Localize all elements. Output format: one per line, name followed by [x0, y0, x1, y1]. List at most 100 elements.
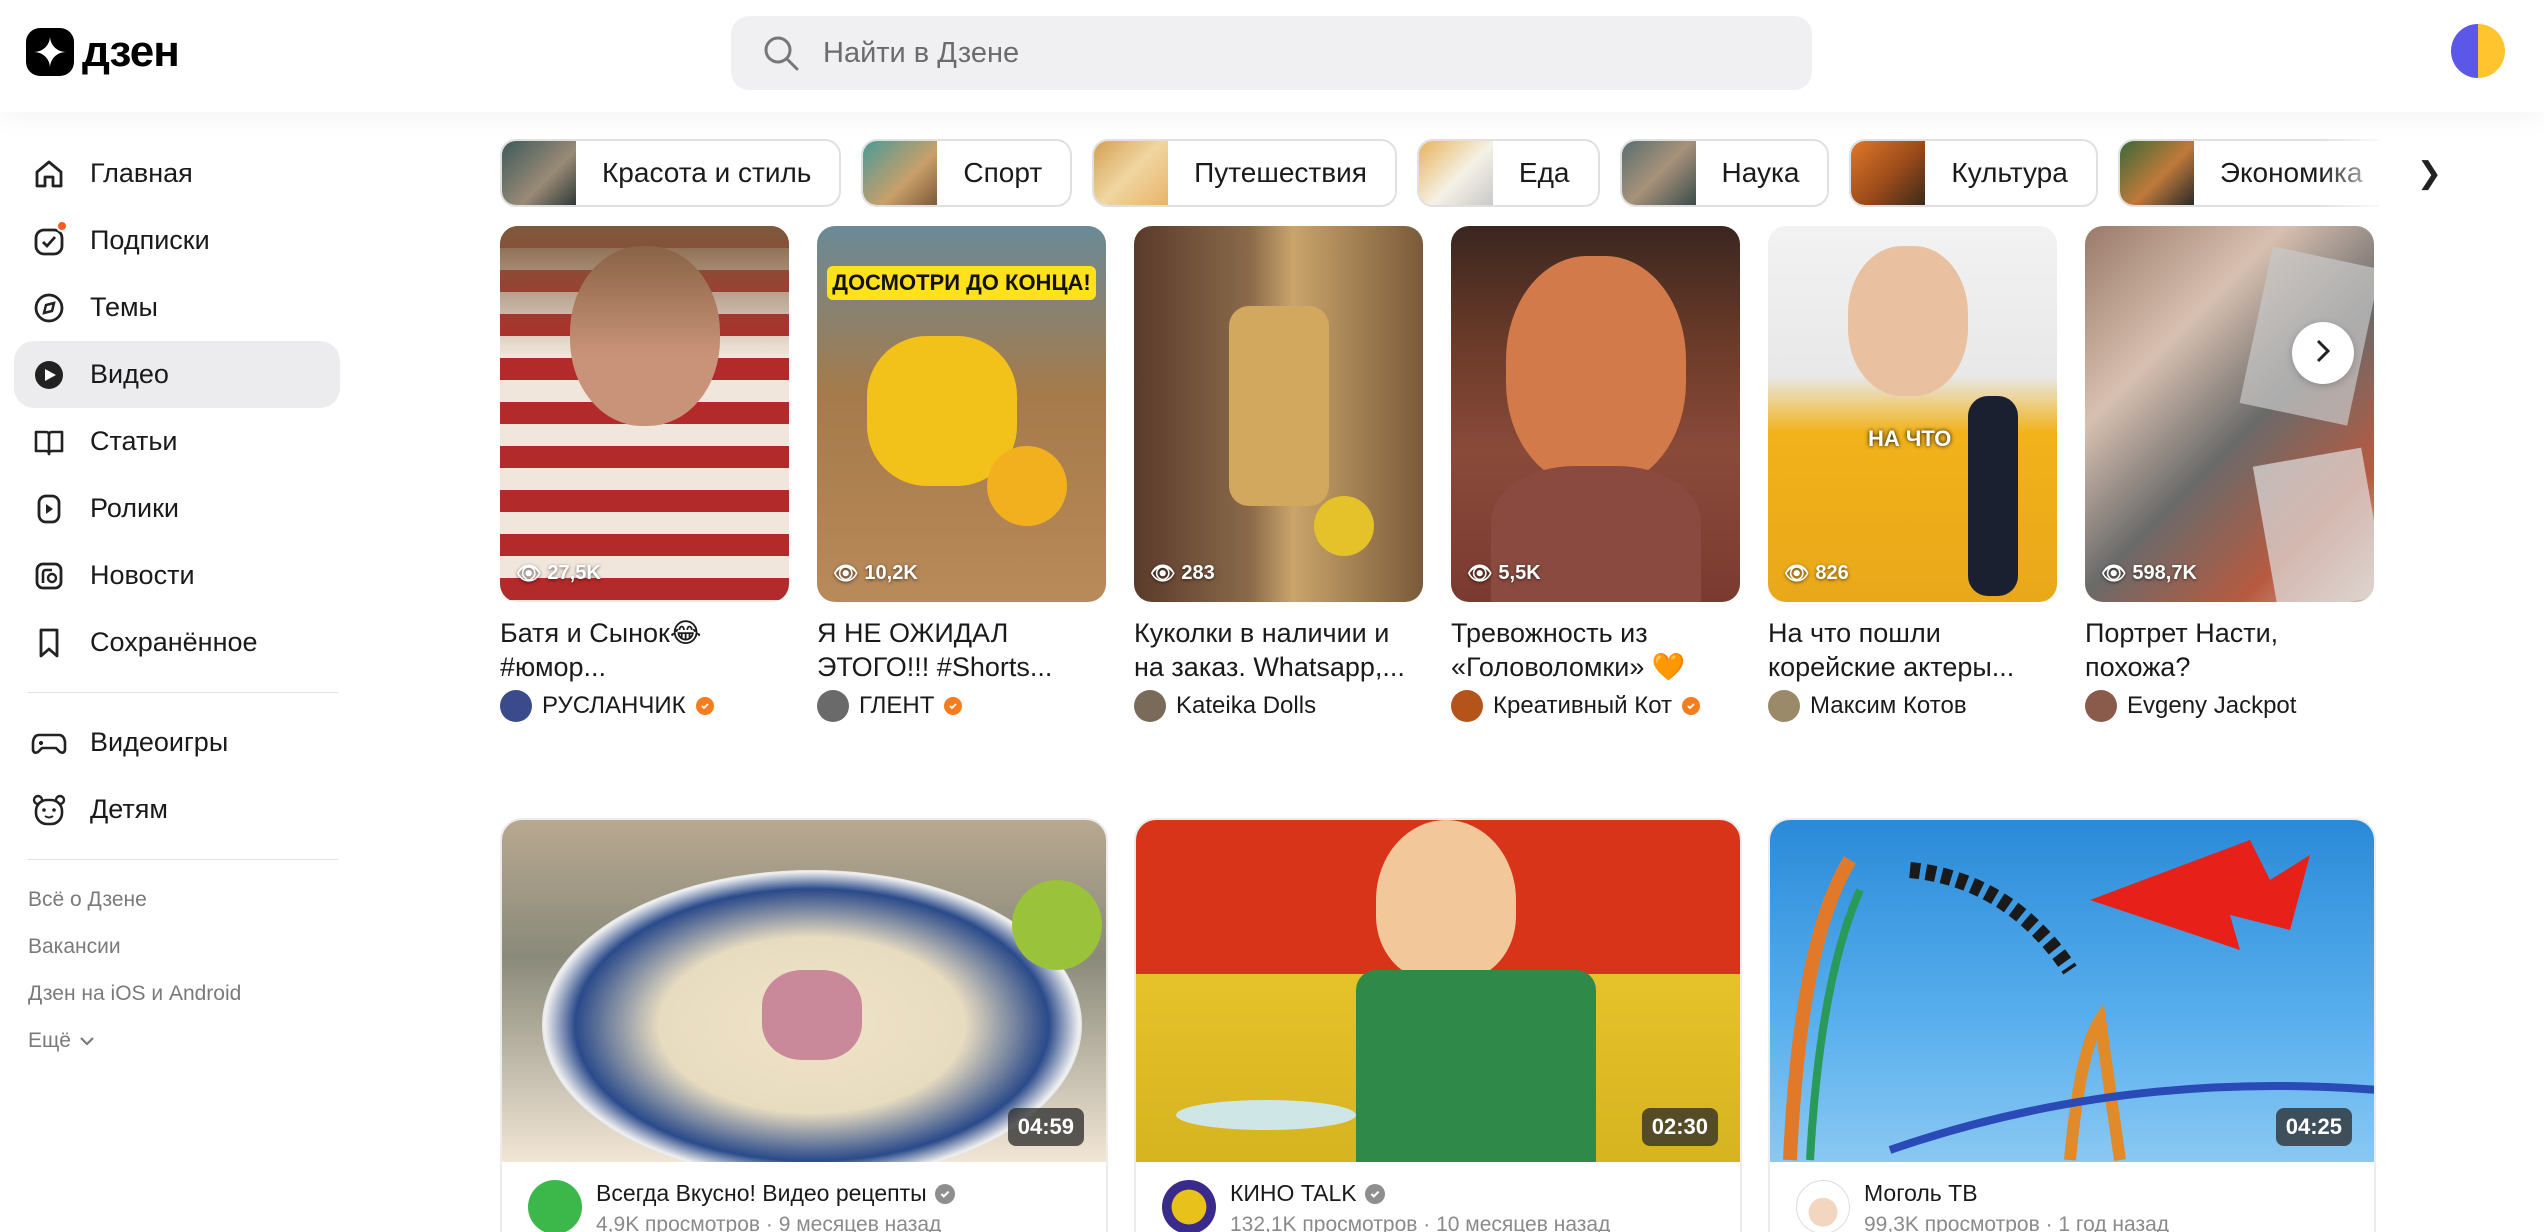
verified-badge-icon	[944, 697, 963, 715]
chips-scroll-right[interactable]: ❯	[2320, 139, 2450, 207]
footer-link-about[interactable]: Всё о Дзене	[28, 876, 340, 923]
short-author[interactable]: Kateika Dolls	[1134, 690, 1423, 722]
footer-link-vacancies[interactable]: Вакансии	[28, 923, 340, 970]
short-card[interactable]: 👁 5,5K Тревожность из «Головоломки» 🧡 Кре…	[1451, 226, 1740, 722]
short-thumbnail[interactable]: 👁 598,7K	[2085, 226, 2374, 602]
author-avatar	[2085, 690, 2117, 722]
thumbnail-overlay-text: НА ЧТО	[1868, 426, 1952, 451]
video-icon	[28, 354, 70, 396]
short-title[interactable]: Батя и Сынок😂 #юмор...	[500, 616, 789, 684]
sidebar-item-label: Видео	[90, 359, 169, 389]
video-thumbnail[interactable]: 04:59	[502, 820, 1106, 1162]
short-author[interactable]: Максим Котов	[1768, 690, 2057, 722]
sidebar-item-subscriptions[interactable]: Подписки	[14, 207, 340, 274]
video-duration: 04:59	[1007, 1108, 1084, 1146]
short-thumbnail[interactable]: ДОСМОТРИ ДО КОНЦА! 👁 10,2K	[817, 226, 1106, 602]
verified-badge-icon	[695, 697, 714, 715]
short-card[interactable]: 👁 27,5K Батя и Сынок😂 #юмор... РУСЛАНЧИК	[500, 226, 789, 722]
chip-beauty[interactable]: Красота и стиль	[500, 139, 842, 207]
short-thumbnail[interactable]: 👁 27,5K	[500, 226, 789, 602]
short-thumbnail[interactable]: НА ЧТО 👁 826	[1768, 226, 2057, 602]
sidebar-item-saved[interactable]: Сохранённое	[14, 609, 340, 676]
video-stats: 132,1K просмотров · 10 месяцев назад	[1230, 1213, 1611, 1232]
short-thumbnail[interactable]: 👁 283	[1134, 226, 1423, 602]
footer-link-more[interactable]: Ещё	[28, 1017, 340, 1064]
chip-thumbnail	[1621, 141, 1696, 205]
views-count: 👁 10,2K	[833, 562, 918, 585]
shorts-icon	[28, 488, 70, 530]
chip-culture[interactable]: Культура	[1849, 139, 2098, 207]
top-header: дзен	[0, 0, 2544, 112]
views-count: 👁 826	[1784, 562, 1849, 585]
article-icon	[28, 421, 70, 463]
home-icon	[28, 153, 70, 195]
chip-thumbnail	[1094, 141, 1169, 205]
short-author[interactable]: ГЛЕНТ	[817, 690, 1106, 722]
thumbnail-overlay-text: ДОСМОТРИ ДО КОНЦА!	[827, 266, 1096, 300]
channel-name[interactable]: Моголь ТВ	[1864, 1180, 2169, 1207]
sidebar-item-topics[interactable]: Темы	[14, 274, 340, 341]
sidebar-item-home[interactable]: Главная	[14, 140, 340, 207]
eye-icon: 👁	[2101, 563, 2127, 585]
short-thumbnail[interactable]: 👁 5,5K	[1451, 226, 1740, 602]
short-card[interactable]: 👁 283 Куколки в наличии и на заказ. Whats…	[1134, 226, 1423, 722]
sidebar-item-video[interactable]: Видео	[14, 341, 340, 408]
sidebar-item-shorts[interactable]: Ролики	[14, 475, 340, 542]
chip-thumbnail	[863, 141, 938, 205]
chip-thumbnail	[502, 141, 576, 205]
bookmark-icon	[28, 622, 70, 664]
search-input[interactable]	[823, 36, 1723, 70]
video-thumbnail[interactable]: 04:25	[1770, 820, 2374, 1162]
video-card[interactable]: 04:59 Всегда Вкусно! Видео рецепты 4,9K …	[500, 818, 1108, 1232]
sidebar-item-label: Сохранённое	[90, 627, 258, 657]
compass-icon	[28, 287, 70, 329]
verified-badge-icon	[1364, 1183, 1385, 1204]
sidebar-item-news[interactable]: Новости	[14, 542, 340, 609]
sidebar-divider	[28, 692, 338, 693]
chip-science[interactable]: Наука	[1619, 139, 1830, 207]
short-title[interactable]: Куколки в наличии и на заказ. Whatsapp,.…	[1134, 616, 1423, 684]
chip-thumbnail	[1851, 141, 1926, 205]
views-count: 👁 283	[1150, 562, 1215, 585]
shorts-row: 👁 27,5K Батя и Сынок😂 #юмор... РУСЛАНЧИК …	[500, 226, 2376, 726]
footer-link-apps[interactable]: Дзен на iOS и Android	[28, 970, 340, 1017]
short-author[interactable]: РУСЛАНЧИК	[500, 690, 789, 722]
short-card[interactable]: НА ЧТО 👁 826 На что пошли корейские актер…	[1768, 226, 2057, 722]
channel-name[interactable]: КИНО TALK	[1230, 1180, 1610, 1207]
dzen-star-icon	[26, 28, 74, 76]
sidebar-item-kids[interactable]: Детям	[14, 776, 340, 843]
channel-avatar[interactable]	[1162, 1180, 1216, 1232]
short-title[interactable]: Я НЕ ОЖИДАЛ ЭТОГО!!! #Shorts...	[817, 616, 1106, 684]
short-title[interactable]: Портрет Насти, похожа?	[2085, 616, 2374, 684]
verified-badge-icon	[934, 1183, 955, 1204]
sidebar-item-articles[interactable]: Статьи	[14, 408, 340, 475]
video-card[interactable]: 04:25 Моголь ТВ 99,3K просмотров · 1 год…	[1768, 818, 2376, 1232]
short-author[interactable]: Evgeny Jackpot	[2085, 690, 2374, 722]
dzen-logo[interactable]: дзен	[26, 28, 180, 76]
eye-icon: 👁	[1150, 563, 1176, 585]
channel-name[interactable]: Всегда Вкусно! Видео рецепты	[596, 1180, 955, 1207]
channel-avatar[interactable]	[528, 1180, 582, 1232]
short-card[interactable]: 👁 598,7K Портрет Насти, похожа? Evgeny Ja…	[2085, 226, 2374, 722]
video-card[interactable]: 02:30 КИНО TALK 132,1K просмотров · 10 м…	[1134, 818, 1742, 1232]
sidebar-item-label: Темы	[90, 292, 158, 322]
short-title[interactable]: Тревожность из «Головоломки» 🧡	[1451, 616, 1740, 684]
sidebar-item-videogames[interactable]: Видеоигры	[14, 709, 340, 776]
search-bar[interactable]	[731, 16, 1812, 90]
chip-food[interactable]: Еда	[1416, 139, 1600, 207]
short-card[interactable]: ДОСМОТРИ ДО КОНЦА! 👁 10,2K Я НЕ ОЖИДАЛ ЭТ…	[817, 226, 1106, 722]
kids-icon	[28, 789, 70, 831]
chevron-right-icon: ❯	[2416, 156, 2442, 190]
chip-sport[interactable]: Спорт	[861, 139, 1073, 207]
short-title[interactable]: На что пошли корейские актеры...	[1768, 616, 2057, 684]
subscriptions-icon	[28, 219, 70, 262]
channel-avatar[interactable]	[1796, 1180, 1850, 1232]
video-thumbnail[interactable]: 02:30	[1136, 820, 1740, 1162]
chip-travel[interactable]: Путешествия	[1092, 139, 1397, 207]
sidebar-item-label: Детям	[90, 794, 168, 824]
topic-chips: Красота и стиль Спорт Путешествия Еда На…	[500, 139, 2380, 207]
video-stats: 99,3K просмотров · 1 год назад	[1864, 1213, 2170, 1232]
short-author[interactable]: Креативный Кот	[1451, 690, 1740, 722]
shorts-next-button[interactable]	[2292, 322, 2354, 384]
user-avatar[interactable]	[2451, 24, 2505, 78]
